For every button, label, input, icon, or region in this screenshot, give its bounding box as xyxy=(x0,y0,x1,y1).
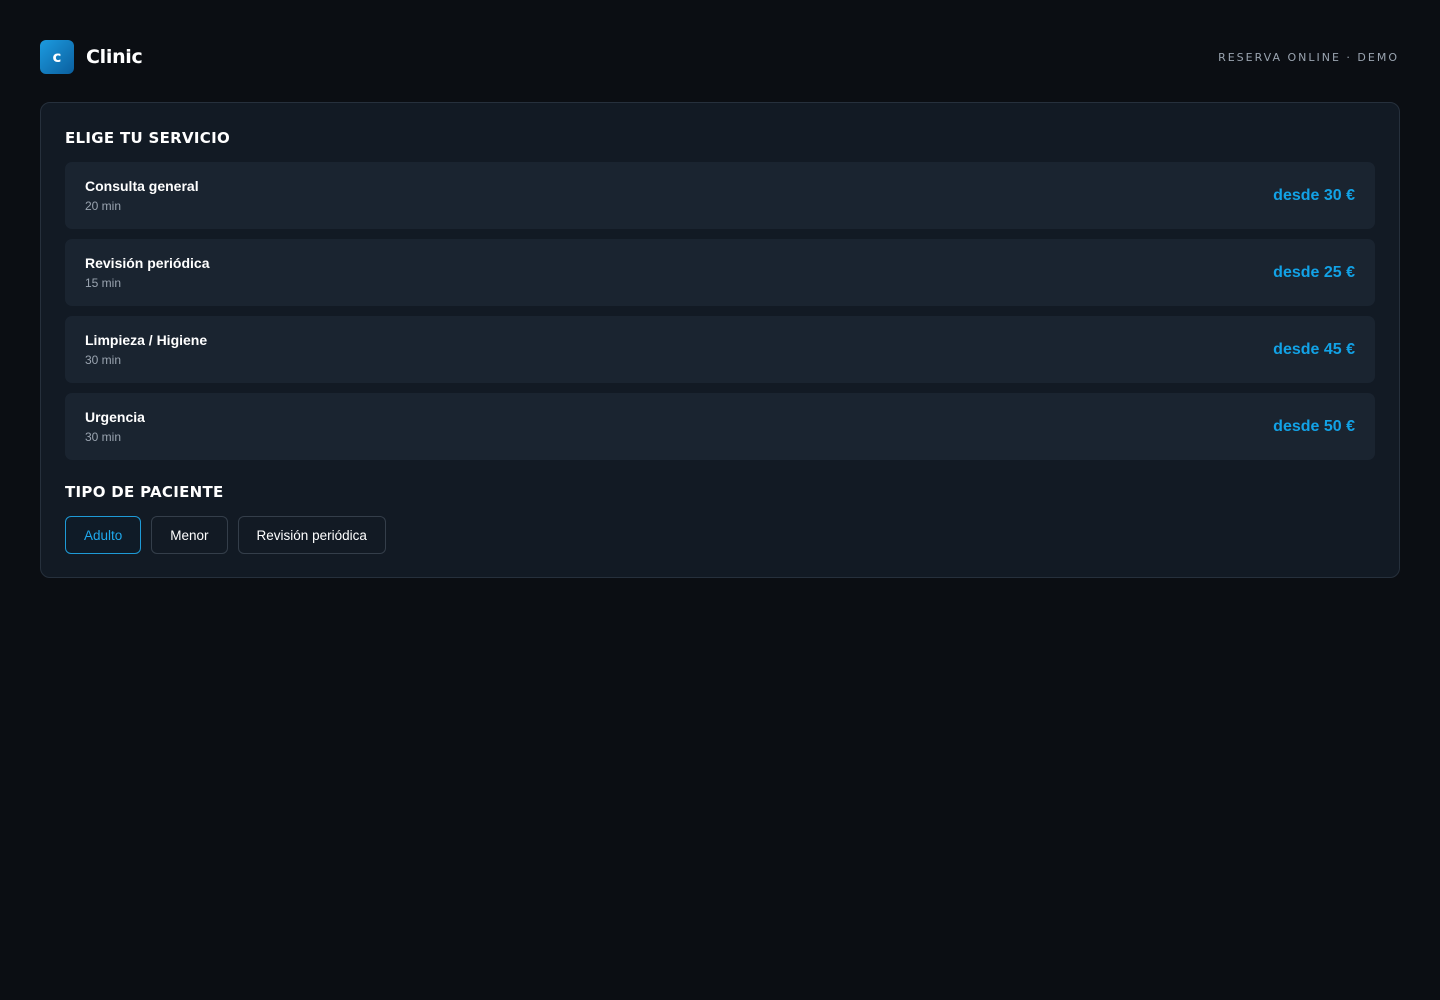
service-info: Limpieza / Higiene 30 min xyxy=(85,332,207,367)
service-price: desde 25 € xyxy=(1273,263,1355,281)
services-section-title: ELIGE TU SERVICIO xyxy=(65,129,231,147)
brand-name: Clinic xyxy=(86,46,143,68)
service-duration: 15 min xyxy=(85,276,122,290)
service-info: Revisión periódica 15 min xyxy=(85,255,209,290)
patient-type-section-title: TIPO DE PACIENTE xyxy=(65,483,224,501)
patient-type-menor-button[interactable]: Menor xyxy=(151,516,228,554)
service-duration: 30 min xyxy=(85,430,122,444)
service-duration: 30 min xyxy=(85,353,122,367)
app-header: c Clinic RESERVA ONLINE · DEMO xyxy=(40,40,1399,74)
service-name: Urgencia xyxy=(85,409,145,425)
service-name: Revisión periódica xyxy=(85,255,210,271)
booking-panel: ELIGE TU SERVICIO Consulta general 20 mi… xyxy=(40,102,1400,578)
service-price: desde 45 € xyxy=(1273,340,1355,358)
service-duration: 20 min xyxy=(85,199,122,213)
clinic-logo-icon: c xyxy=(40,40,74,74)
service-option-urgencia[interactable]: Urgencia 30 min desde 50 € xyxy=(65,393,1375,460)
service-name: Limpieza / Higiene xyxy=(85,332,208,348)
service-name: Consulta general xyxy=(85,178,199,194)
service-option-consulta-general[interactable]: Consulta general 20 min desde 30 € xyxy=(65,162,1375,229)
patient-type-revision-periodica-button[interactable]: Revisión periódica xyxy=(237,516,386,554)
brand[interactable]: c Clinic xyxy=(40,40,143,74)
patient-type-options: Adulto Menor Revisión periódica xyxy=(65,516,396,554)
patient-type-adulto-button[interactable]: Adulto xyxy=(65,516,142,554)
service-info: Urgencia 30 min xyxy=(85,409,145,444)
service-option-limpieza-higiene[interactable]: Limpieza / Higiene 30 min desde 45 € xyxy=(65,316,1375,383)
service-info: Consulta general 20 min xyxy=(85,178,199,213)
service-option-revision-periodica[interactable]: Revisión periódica 15 min desde 25 € xyxy=(65,239,1375,306)
header-tag: RESERVA ONLINE · DEMO xyxy=(1218,50,1399,64)
service-price: desde 30 € xyxy=(1273,186,1355,204)
service-price: desde 50 € xyxy=(1273,417,1355,435)
